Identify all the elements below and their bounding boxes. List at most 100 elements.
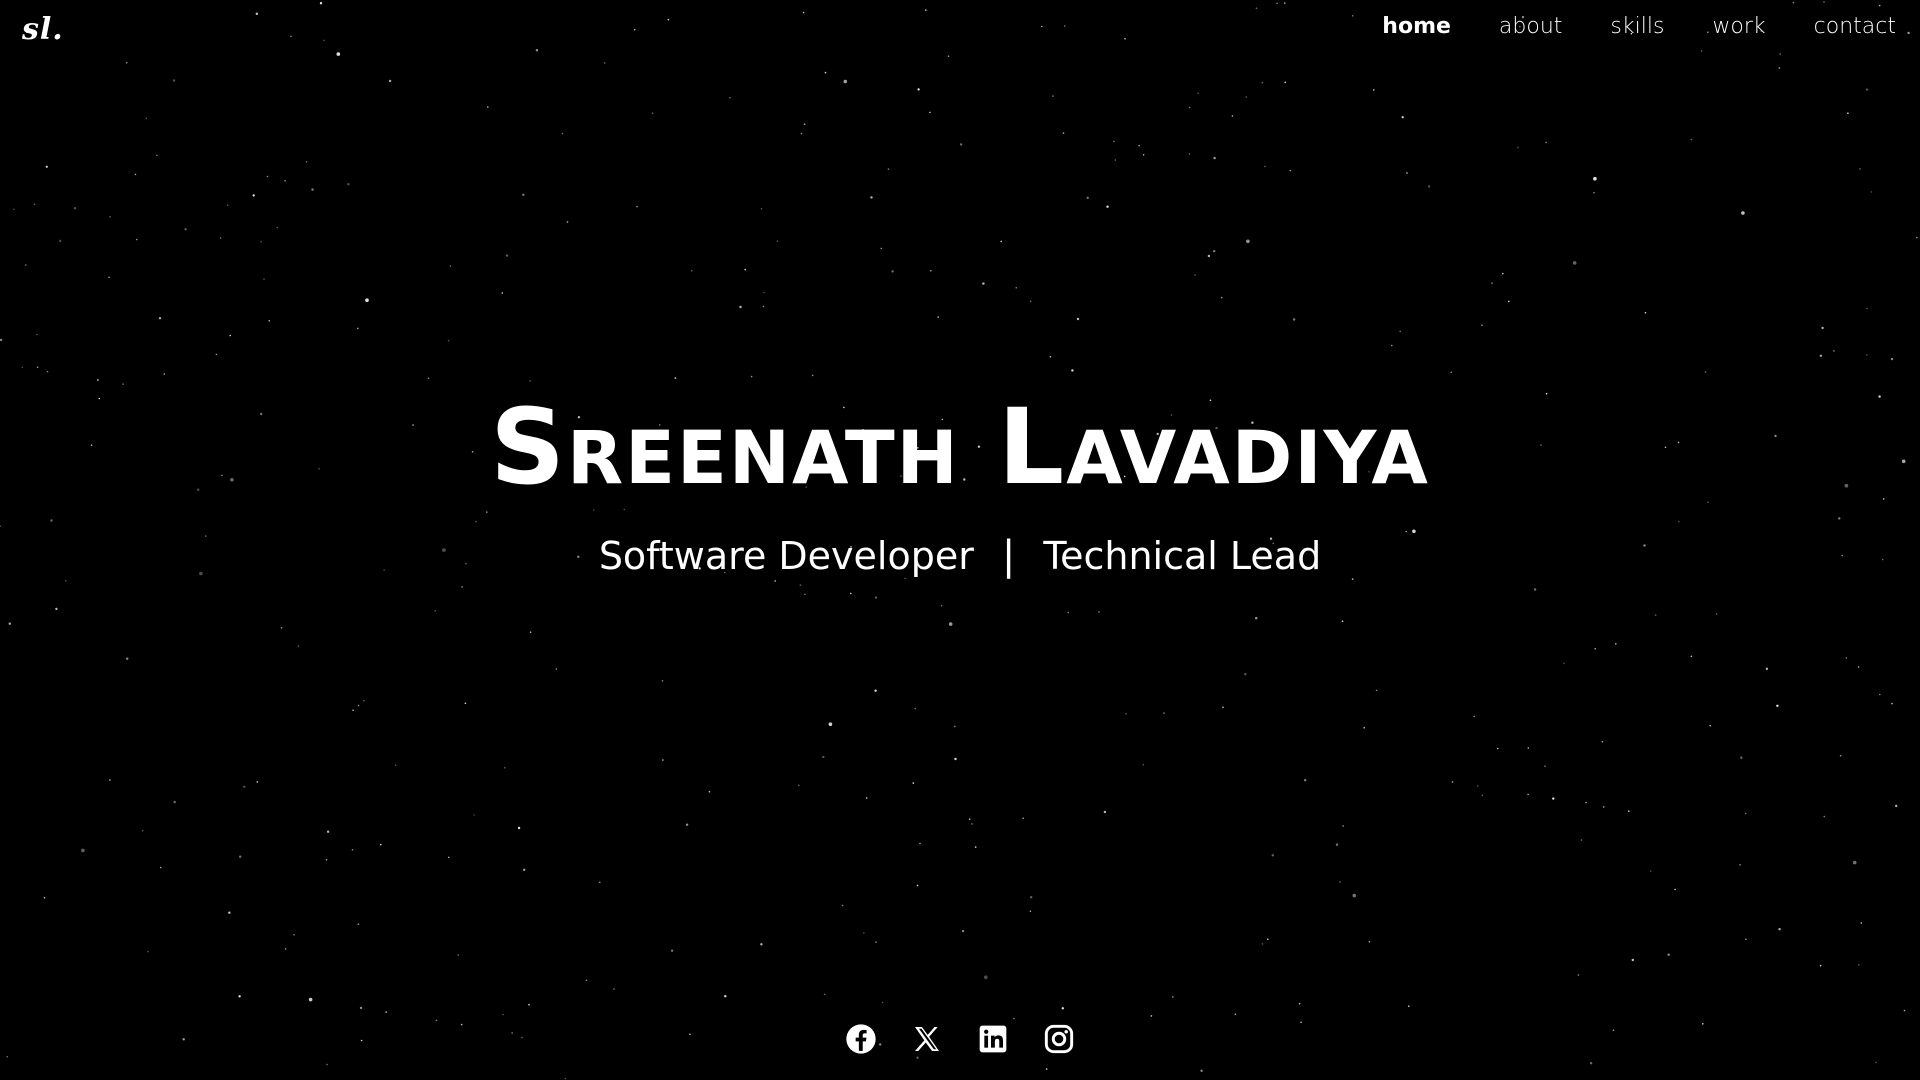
star: [1502, 272, 1504, 275]
star: [135, 238, 138, 241]
star: [1041, 25, 1043, 28]
star: [1200, 1069, 1203, 1073]
star: [1779, 53, 1781, 55]
star: [1704, 371, 1707, 373]
star: [555, 668, 558, 670]
star: [280, 627, 283, 629]
star: [1399, 330, 1401, 333]
star: [1292, 318, 1296, 321]
star: [1106, 205, 1109, 208]
star: [760, 943, 763, 946]
star: [937, 316, 939, 318]
star: [1517, 146, 1519, 149]
star: [1821, 326, 1824, 330]
star: [1833, 350, 1835, 352]
facebook-icon[interactable]: [844, 1022, 878, 1056]
star: [776, 240, 779, 242]
star: [1261, 943, 1264, 945]
linkedin-icon[interactable]: [976, 1022, 1010, 1056]
star: [691, 269, 693, 272]
star: [1481, 324, 1483, 327]
star: [228, 911, 231, 914]
star: [1907, 31, 1910, 35]
star: [1150, 1015, 1153, 1017]
star: [799, 584, 802, 586]
star: [457, 954, 460, 956]
star: [357, 327, 359, 330]
social-links: [0, 1022, 1920, 1056]
star: [504, 766, 506, 769]
star: [365, 298, 369, 303]
star: [912, 782, 915, 784]
star: [1744, 812, 1747, 815]
star: [1406, 172, 1408, 174]
star: [566, 221, 569, 223]
nav-home[interactable]: home: [1382, 14, 1451, 39]
star: [529, 380, 531, 382]
star: [1000, 240, 1002, 243]
star: [256, 781, 259, 783]
star: [948, 622, 953, 626]
star: [1408, 1005, 1410, 1007]
star: [1690, 655, 1693, 658]
star: [662, 759, 664, 761]
star: [1870, 191, 1873, 193]
star: [803, 123, 806, 125]
x-icon[interactable]: [910, 1022, 944, 1056]
star: [798, 784, 800, 787]
star: [1544, 765, 1546, 767]
nav-skills[interactable]: skills: [1610, 14, 1664, 39]
star: [385, 1011, 388, 1013]
hero: Sreenath Lavadiya Software Developer | T…: [0, 395, 1920, 579]
star: [919, 842, 921, 845]
role-software-developer: Software Developer: [598, 534, 974, 578]
star: [1860, 922, 1863, 924]
star: [501, 292, 504, 294]
nav-about[interactable]: about: [1499, 14, 1562, 39]
star: [636, 205, 638, 208]
star: [744, 268, 746, 271]
instagram-icon[interactable]: [1042, 1022, 1076, 1056]
star: [874, 689, 877, 692]
star: [1674, 888, 1676, 891]
star: [1572, 261, 1577, 265]
star: [1125, 713, 1127, 715]
star: [311, 188, 314, 191]
star: [1052, 95, 1054, 97]
star: [1063, 25, 1066, 27]
star: [449, 265, 452, 267]
star: [380, 843, 382, 846]
star: [1245, 96, 1247, 98]
star: [822, 755, 825, 759]
star: [1172, 996, 1174, 998]
logo[interactable]: sl.: [22, 12, 64, 47]
star: [522, 193, 525, 196]
star: [1261, 81, 1264, 84]
star: [708, 790, 711, 793]
star: [1284, 81, 1286, 84]
star: [1690, 138, 1693, 141]
star: [1244, 673, 1247, 676]
nav-work[interactable]: work: [1712, 14, 1765, 39]
star: [599, 881, 601, 884]
star: [1594, 648, 1596, 650]
star: [1847, 112, 1849, 114]
star: [134, 173, 137, 176]
star: [1700, 50, 1703, 52]
star: [59, 239, 62, 243]
star: [308, 997, 313, 1002]
star: [1352, 893, 1357, 898]
star: [1563, 662, 1565, 665]
star: [297, 645, 300, 647]
star: [763, 291, 765, 294]
star: [1508, 300, 1510, 303]
star: [1015, 286, 1018, 289]
star: [1142, 154, 1145, 156]
star: [46, 370, 49, 373]
star: [359, 1006, 363, 1010]
star: [1076, 317, 1080, 321]
star: [1852, 860, 1857, 865]
star: [172, 79, 176, 82]
star: [1715, 613, 1718, 615]
nav-contact[interactable]: contact: [1814, 14, 1896, 39]
